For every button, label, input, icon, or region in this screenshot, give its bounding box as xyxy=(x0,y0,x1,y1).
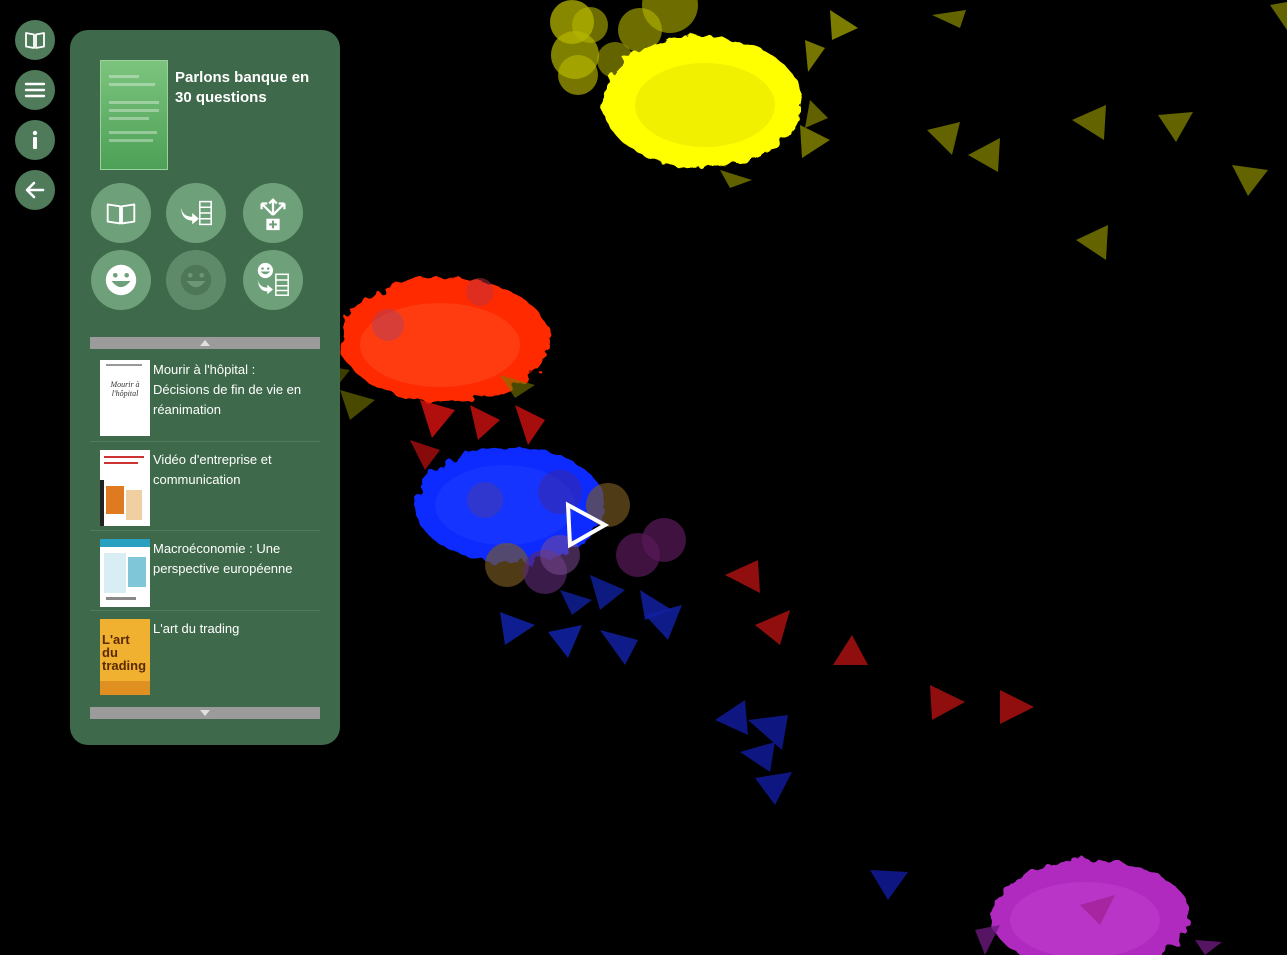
like-add-to-list-button[interactable] xyxy=(243,250,303,310)
book-thumbnail: Mourir à l'hôpital xyxy=(100,360,150,436)
list-item-title: Mourir à l'hôpital : Décisions de fin de… xyxy=(153,362,302,417)
cluster-yellow[interactable] xyxy=(550,0,1287,260)
dislike-icon xyxy=(180,264,212,296)
rail-book-button[interactable] xyxy=(15,20,55,60)
rail-back-button[interactable] xyxy=(15,170,55,210)
back-arrow-icon xyxy=(25,181,45,199)
cluster-magenta[interactable] xyxy=(975,860,1222,955)
list-item[interactable]: L'art du trading L'art du trading xyxy=(90,611,320,706)
rail-menu-button[interactable] xyxy=(15,70,55,110)
cluster-red[interactable] xyxy=(235,278,1034,724)
like-add-to-list-icon xyxy=(257,262,289,296)
like-icon xyxy=(105,264,137,296)
like-button[interactable] xyxy=(91,250,151,310)
list-scroll-up-button[interactable] xyxy=(90,337,320,349)
list-item-title: L'art du trading xyxy=(153,621,240,636)
list-item[interactable]: Macroéconomie : Une perspective européen… xyxy=(90,531,320,611)
current-book-cover[interactable] xyxy=(100,60,168,170)
book-icon xyxy=(25,32,45,49)
current-book-title: Parlons banque en 30 questions xyxy=(175,69,310,106)
open-book-icon xyxy=(106,203,136,225)
book-thumbnail: L'art du trading xyxy=(100,619,150,695)
chevron-up-icon xyxy=(200,340,210,346)
add-to-list-button[interactable] xyxy=(166,183,226,243)
menu-icon xyxy=(24,82,46,98)
book-thumbnail xyxy=(100,450,150,526)
book-panel: Parlons banque en 30 questions Mourir à … xyxy=(70,30,340,745)
open-book-button[interactable] xyxy=(91,183,151,243)
expand-add-icon xyxy=(260,198,286,231)
info-icon xyxy=(32,130,38,149)
list-item[interactable]: Mourir à l'hôpital Mourir à l'hôpital : … xyxy=(90,352,320,442)
cluster-blue[interactable] xyxy=(415,447,908,900)
expand-add-button[interactable] xyxy=(243,183,303,243)
list-item-title: Vidéo d'entreprise et communication xyxy=(153,452,272,487)
book-list: Mourir à l'hôpital Mourir à l'hôpital : … xyxy=(90,352,320,706)
list-scroll-down-button[interactable] xyxy=(90,707,320,719)
list-item-title: Macroéconomie : Une perspective européen… xyxy=(153,541,293,576)
list-item[interactable]: Vidéo d'entreprise et communication xyxy=(90,442,320,531)
dislike-button[interactable] xyxy=(166,250,226,310)
add-to-list-icon xyxy=(180,200,212,226)
rail-info-button[interactable] xyxy=(15,120,55,160)
chevron-down-icon xyxy=(200,710,210,716)
book-thumbnail xyxy=(100,539,150,607)
